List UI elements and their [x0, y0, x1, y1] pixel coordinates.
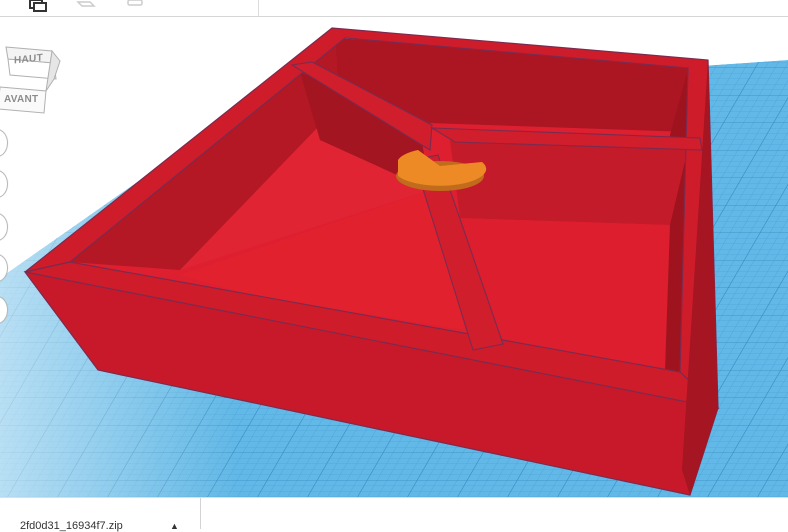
copy-icon[interactable] [28, 0, 48, 14]
3d-viewport[interactable]: HAUT AVANT [0, 17, 788, 497]
workplane-scene[interactable] [0, 17, 788, 497]
download-file-name[interactable]: 2fd0d31_16934f7.zip [20, 520, 123, 532]
download-bar: 2fd0d31_16934f7.zip ▲ [0, 497, 788, 532]
compartment-right-wall [450, 140, 690, 225]
download-item[interactable]: 2fd0d31_16934f7.zip ▲ [0, 498, 201, 532]
group-icon[interactable] [126, 0, 146, 14]
editor-toolbar [0, 0, 788, 17]
toolbar-separator [258, 0, 259, 16]
view-cube-front-label[interactable]: AVANT [4, 94, 38, 105]
workplane-icon[interactable] [76, 0, 96, 14]
view-cube[interactable]: HAUT AVANT [0, 41, 68, 123]
chevron-up-icon[interactable]: ▲ [170, 521, 179, 531]
